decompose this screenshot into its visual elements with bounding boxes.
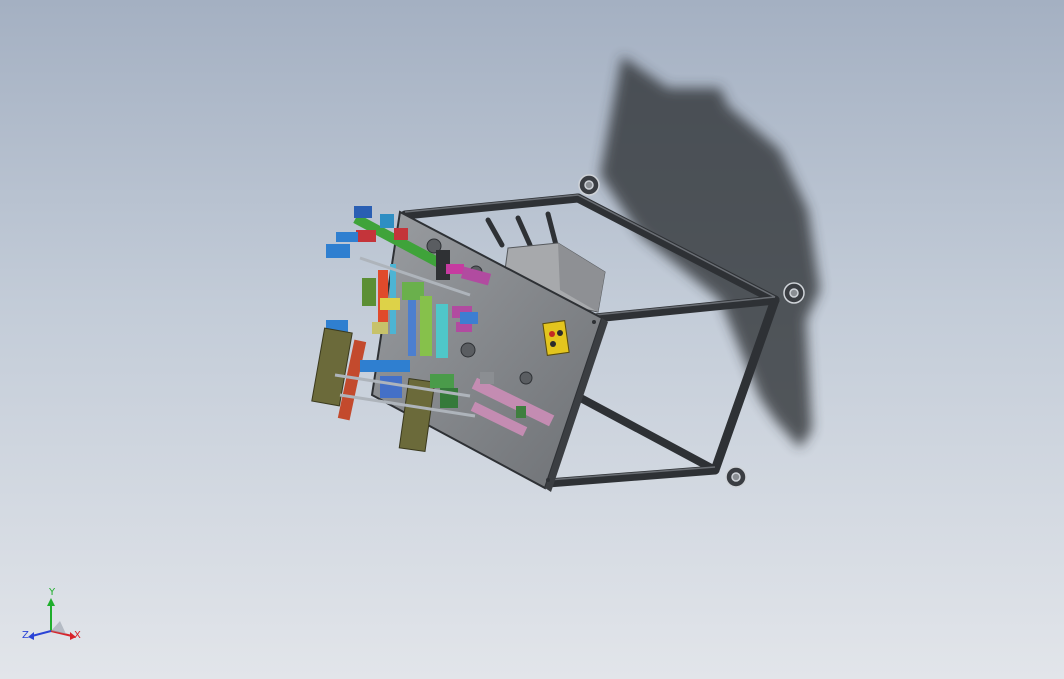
model-view[interactable]	[0, 0, 1064, 679]
control-panel[interactable]	[542, 320, 570, 356]
x-axis-label: X	[74, 630, 81, 641]
z-axis-arrow	[28, 632, 34, 640]
y-axis-arrow	[47, 598, 55, 606]
graphics-viewport[interactable]: Y X Z	[0, 0, 1064, 679]
reference-triad[interactable]: Y X Z	[16, 584, 86, 654]
z-axis-line	[31, 630, 52, 637]
model-shadow	[600, 56, 820, 448]
z-axis-label: Z	[22, 630, 29, 641]
y-axis-label: Y	[48, 587, 56, 598]
